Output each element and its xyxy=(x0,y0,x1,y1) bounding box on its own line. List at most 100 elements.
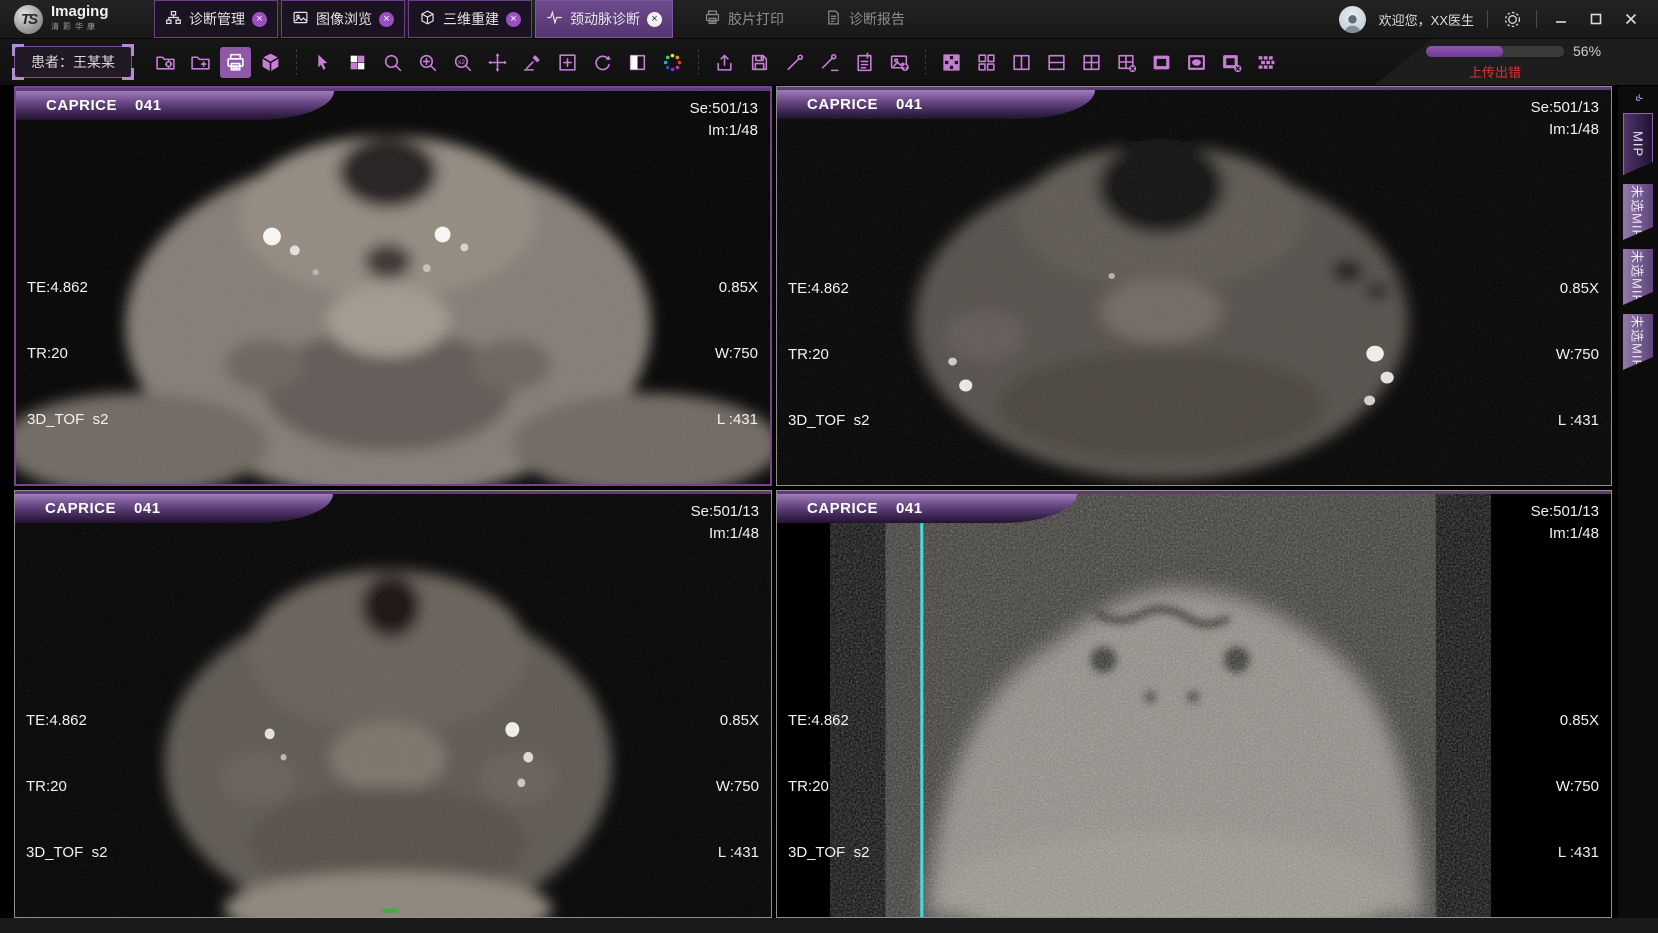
split-vertical-button[interactable] xyxy=(1006,47,1037,78)
series-number: 041 xyxy=(135,97,162,114)
acquisition-info: TE:4.862 TR:20 3D_TOF s2 xyxy=(788,666,869,908)
mri-axial-image-2 xyxy=(777,87,1611,485)
close-button[interactable] xyxy=(1620,8,1642,30)
tab-close-button[interactable]: × xyxy=(647,12,662,27)
tab-carotid-diagnosis[interactable]: 颈动脉诊断 × xyxy=(535,0,673,38)
measure-button[interactable] xyxy=(517,47,548,78)
sidebar-tab-unselected-mip-1[interactable]: 未选MIP xyxy=(1623,184,1653,240)
roi-ellipse-button[interactable] xyxy=(1181,47,1212,78)
image-index-text: Im:1/48 xyxy=(1531,523,1599,545)
te-text: TE:4.862 xyxy=(26,710,107,732)
window-text: W:750 xyxy=(1556,344,1599,366)
upload-percent: 56% xyxy=(1573,43,1601,59)
cursor-button[interactable] xyxy=(307,47,338,78)
cube-icon xyxy=(419,9,436,29)
settings-gear-icon[interactable] xyxy=(1501,8,1523,30)
tr-text: TR:20 xyxy=(26,776,107,798)
tab-label: 诊断报告 xyxy=(849,9,905,29)
zoom-in-button[interactable] xyxy=(412,47,443,78)
zoom-text: 0.85X xyxy=(1556,710,1599,732)
image-upload-button[interactable] xyxy=(884,47,915,78)
rotate-button[interactable] xyxy=(587,47,618,78)
open-study-settings-button[interactable] xyxy=(150,47,181,78)
reference-line[interactable] xyxy=(920,491,923,917)
tab-close-button[interactable]: × xyxy=(252,12,267,27)
svg-text:x2: x2 xyxy=(458,58,465,65)
layout-checkerboard-button[interactable] xyxy=(342,47,373,78)
sidebar-tab-unselected-mip-3[interactable]: 未选MIP xyxy=(1623,314,1653,370)
viewport-coronal-4[interactable]: CAPRICE 041 Se:501/13 Im:1/48 TE:4.862 T… xyxy=(776,490,1612,918)
te-text: TE:4.862 xyxy=(27,277,108,299)
layout-tiles-button[interactable] xyxy=(971,47,1002,78)
sidebar-tab-unselected-mip-2[interactable]: 未选MIP xyxy=(1623,249,1653,305)
roi-rectangle-button[interactable] xyxy=(1146,47,1177,78)
acquisition-info: TE:4.862 TR:20 3D_TOF s2 xyxy=(26,666,107,908)
probe-remove-button[interactable] xyxy=(814,47,845,78)
minimize-button[interactable] xyxy=(1550,8,1572,30)
pan-button[interactable] xyxy=(482,47,513,78)
patient-name-label: 患者：王某某 xyxy=(31,54,115,70)
save-button[interactable] xyxy=(744,47,775,78)
user-avatar[interactable] xyxy=(1339,6,1366,33)
app-logo: TS Imaging 清影华康 xyxy=(0,0,154,38)
probe-button[interactable] xyxy=(779,47,810,78)
grid-3x3-button[interactable] xyxy=(936,47,967,78)
tab-image-browse[interactable]: 图像浏览 × xyxy=(281,0,405,38)
divider xyxy=(1487,10,1488,28)
collapse-sidebar-icon[interactable]: « xyxy=(1630,88,1646,106)
mri-axial-image-1 xyxy=(16,88,770,484)
report-icon xyxy=(825,9,842,29)
device-label: CAPRICE xyxy=(807,96,878,113)
grid-remove-button[interactable] xyxy=(1111,47,1142,78)
level-text: L :431 xyxy=(715,409,758,431)
tab-3d-reconstruction[interactable]: 三维重建 × xyxy=(408,0,532,38)
split-horizontal-button[interactable] xyxy=(1041,47,1072,78)
toolbar-separator xyxy=(296,49,297,75)
sidebar-tab-mip[interactable]: MIP xyxy=(1623,113,1653,175)
zoom-text: 0.85X xyxy=(1556,278,1599,300)
device-label: CAPRICE xyxy=(807,500,878,517)
toolbar-separator xyxy=(925,49,926,75)
annotation-add-button[interactable] xyxy=(552,47,583,78)
upload-button[interactable] xyxy=(709,47,740,78)
tr-text: TR:20 xyxy=(788,344,869,366)
search-button[interactable] xyxy=(377,47,408,78)
filmstrip-button[interactable] xyxy=(1251,47,1282,78)
maximize-button[interactable] xyxy=(1585,8,1607,30)
tab-close-button[interactable]: × xyxy=(506,12,521,27)
zoom-2x-button[interactable]: x2 xyxy=(447,47,478,78)
viewport-header-banner: CAPRICE 041 xyxy=(16,91,334,120)
level-text: L :431 xyxy=(716,842,759,864)
display-info: 0.85X W:750 L :431 xyxy=(715,233,758,475)
tab-close-button[interactable]: × xyxy=(379,12,394,27)
viewport-axial-2[interactable]: CAPRICE 041 Se:501/13 Im:1/48 TE:4.862 T… xyxy=(776,86,1612,486)
window-level-button[interactable] xyxy=(622,47,653,78)
series-image-info: Se:501/13 Im:1/48 xyxy=(690,98,758,142)
open-study-add-button[interactable] xyxy=(185,47,216,78)
tab-label: 诊断管理 xyxy=(189,9,245,29)
mip-sidebar: « MIP 未选MIP 未选MIP 未选MIP xyxy=(1618,86,1658,918)
series-number: 041 xyxy=(134,500,161,517)
sitemap-icon xyxy=(165,9,182,29)
print-button[interactable] xyxy=(220,47,251,78)
tab-diagnosis-management[interactable]: 诊断管理 × xyxy=(154,0,278,38)
grid-2x2-button[interactable] xyxy=(1076,47,1107,78)
volume-3d-button[interactable] xyxy=(255,47,286,78)
series-number: 041 xyxy=(896,500,923,517)
zoom-text: 0.85X xyxy=(716,710,759,732)
image-index-text: Im:1/48 xyxy=(690,120,758,142)
report-add-button[interactable] xyxy=(849,47,880,78)
patient-label-box[interactable]: 患者：王某某 xyxy=(14,46,132,78)
tab-diagnosis-report[interactable]: 诊断报告 xyxy=(815,0,915,38)
upload-error-text[interactable]: 上传出错 xyxy=(1426,62,1564,81)
upload-progress-bar xyxy=(1426,46,1564,57)
tab-label: 三维重建 xyxy=(443,9,499,29)
image-icon xyxy=(292,9,309,29)
color-palette-button[interactable] xyxy=(657,47,688,78)
tab-label: 图像浏览 xyxy=(316,9,372,29)
tab-film-print[interactable]: 胶片打印 xyxy=(694,0,794,38)
roi-rectangle-remove-button[interactable] xyxy=(1216,47,1247,78)
viewport-axial-3[interactable]: CAPRICE 041 Se:501/13 Im:1/48 TE:4.862 T… xyxy=(14,490,772,918)
viewport-axial-1[interactable]: CAPRICE 041 Se:501/13 Im:1/48 TE:4.862 T… xyxy=(14,86,772,486)
viewport-header-banner: CAPRICE 041 xyxy=(777,494,1077,523)
